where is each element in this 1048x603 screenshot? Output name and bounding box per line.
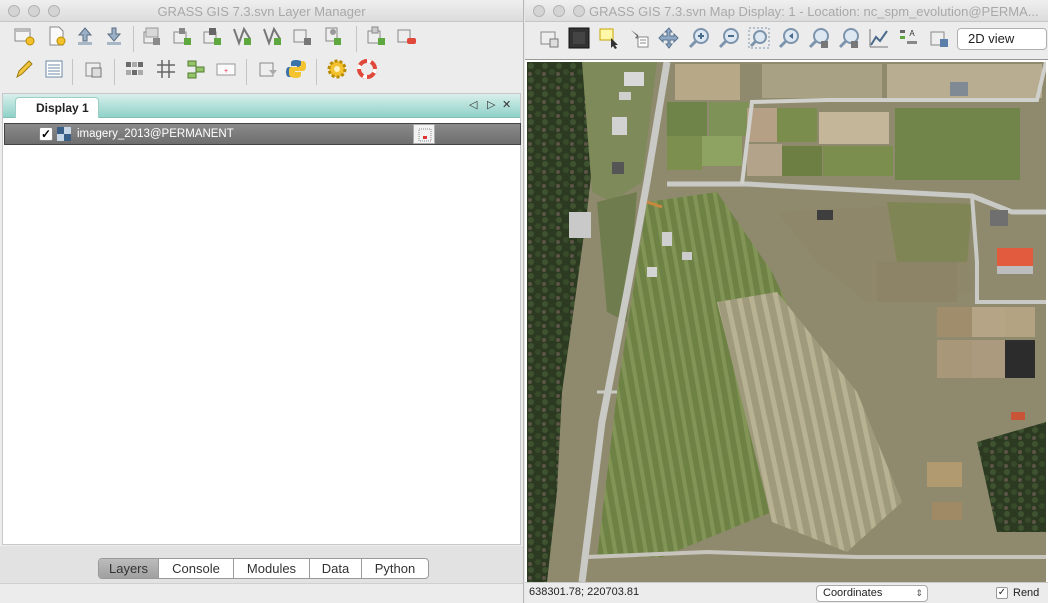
svg-text:+: +: [224, 68, 228, 75]
map-canvas[interactable]: [527, 62, 1046, 582]
svg-text:A: A: [909, 29, 915, 38]
statusbar-mode-label: Coordinates: [823, 587, 883, 599]
tab-data[interactable]: Data: [310, 559, 362, 578]
statusbar-mode-select[interactable]: Coordinates ⇕: [816, 585, 928, 602]
zoom-region-icon[interactable]: [807, 26, 831, 50]
pointer-icon[interactable]: [597, 26, 621, 50]
help-icon[interactable]: [355, 57, 379, 81]
add-raster-misc-icon[interactable]: [200, 24, 224, 48]
add-vector-icon[interactable]: [230, 24, 254, 48]
properties-icon: [418, 128, 432, 142]
close-window-button[interactable]: [533, 5, 545, 17]
minimize-window-button[interactable]: [553, 5, 565, 17]
toolbar-separator: [133, 26, 134, 52]
open-workspace-icon[interactable]: [73, 24, 97, 48]
raster-layer-icon: [57, 127, 71, 141]
window-title: GRASS GIS 7.3.svn Layer Manager: [157, 4, 366, 19]
zoom-extent-icon[interactable]: [747, 26, 771, 50]
add-overlay-icon[interactable]: [320, 24, 344, 48]
map-display-statusbar: 638301.78; 220703.81 Coordinates ⇕ ✓ Ren…: [525, 582, 1048, 603]
toolbar-separator: [316, 59, 317, 85]
window-title: GRASS GIS 7.3.svn Map Display: 1 - Locat…: [589, 4, 1039, 19]
tab-python[interactable]: Python: [362, 559, 428, 578]
zoom-menu-icon[interactable]: [837, 26, 861, 50]
map-composer-icon[interactable]: +: [214, 57, 238, 81]
erase-icon[interactable]: [567, 26, 591, 50]
tab-scroll-left-icon[interactable]: ◁: [469, 98, 477, 112]
new-workspace-icon[interactable]: [44, 24, 68, 48]
script-icon[interactable]: [256, 57, 280, 81]
attribute-table-icon[interactable]: [42, 57, 66, 81]
remove-layer-icon[interactable]: [394, 24, 418, 48]
notebook-tab-strip: Display 1 ◁ ▷ ✕: [3, 94, 520, 118]
render-label: Rend: [1013, 587, 1040, 599]
python-icon[interactable]: [284, 57, 308, 81]
graphical-modeler-icon[interactable]: [184, 57, 208, 81]
add-group-icon[interactable]: [364, 24, 388, 48]
analyze-icon[interactable]: [867, 26, 891, 50]
tab-modules[interactable]: Modules: [234, 559, 310, 578]
coordinates-readout: 638301.78; 220703.81: [529, 586, 640, 598]
decorations-icon[interactable]: A: [897, 26, 921, 50]
zoom-out-icon[interactable]: [717, 26, 741, 50]
layer-manager-toolbar-2: +: [0, 57, 523, 87]
toolbar-separator: [72, 59, 73, 85]
pan-icon[interactable]: [657, 26, 681, 50]
tab-close-icon[interactable]: ✕: [502, 98, 511, 112]
add-multiple-vectors-icon[interactable]: [260, 24, 284, 48]
toolbar-separator: [114, 59, 115, 85]
layer-manager-titlebar: GRASS GIS 7.3.svn Layer Manager: [0, 0, 523, 22]
save-workspace-icon[interactable]: [102, 24, 126, 48]
add-multiple-rasters-icon[interactable]: [170, 24, 194, 48]
tab-display-1[interactable]: Display 1: [15, 97, 99, 118]
display-icon[interactable]: [537, 26, 561, 50]
layer-manager-toolbar-1: [0, 24, 523, 54]
layer-manager-statusbar: [0, 583, 523, 603]
query-icon[interactable]: [627, 26, 651, 50]
zoom-window-button[interactable]: [573, 5, 585, 17]
layer-properties-button[interactable]: [413, 124, 435, 144]
map-display-toolbar: A 2D view: [525, 24, 1048, 54]
layer-manager-window: GRASS GIS 7.3.svn Layer Manager + Displa…: [0, 0, 524, 603]
georectifier-icon[interactable]: [122, 57, 146, 81]
add-vector-misc-icon[interactable]: [290, 24, 314, 48]
digitize-icon[interactable]: [12, 57, 36, 81]
zoom-in-icon[interactable]: [687, 26, 711, 50]
render-checkbox[interactable]: ✓: [996, 587, 1008, 599]
map-canvas-frame: [525, 59, 1048, 582]
tab-scroll-right-icon[interactable]: ▷: [487, 98, 495, 112]
chevron-updown-icon: ⇕: [915, 588, 923, 598]
grid-icon[interactable]: [154, 57, 178, 81]
map-display-window: GRASS GIS 7.3.svn Map Display: 1 - Locat…: [525, 0, 1048, 603]
map-calculator-icon[interactable]: [82, 57, 106, 81]
display-notebook: Display 1 ◁ ▷ ✕ ✓ imagery_2013@PERMANENT: [2, 93, 521, 545]
settings-icon[interactable]: [325, 57, 349, 81]
layer-tree-row[interactable]: ✓ imagery_2013@PERMANENT: [4, 123, 521, 145]
toolbar-separator: [246, 59, 247, 85]
layer-name: imagery_2013@PERMANENT: [77, 128, 234, 140]
zoom-back-icon[interactable]: [777, 26, 801, 50]
tab-console[interactable]: Console: [159, 559, 234, 578]
layer-visibility-checkbox[interactable]: ✓: [39, 127, 53, 141]
bottom-tab-bar: Layers Console Modules Data Python: [98, 558, 429, 579]
view-mode-select[interactable]: 2D view: [957, 28, 1047, 50]
save-image-icon[interactable]: [927, 26, 951, 50]
map-display-titlebar: GRASS GIS 7.3.svn Map Display: 1 - Locat…: [525, 0, 1048, 22]
tab-layers[interactable]: Layers: [99, 559, 159, 578]
add-raster-icon[interactable]: [140, 24, 164, 48]
new-display-icon[interactable]: [12, 24, 36, 48]
toolbar-separator: [356, 26, 357, 52]
